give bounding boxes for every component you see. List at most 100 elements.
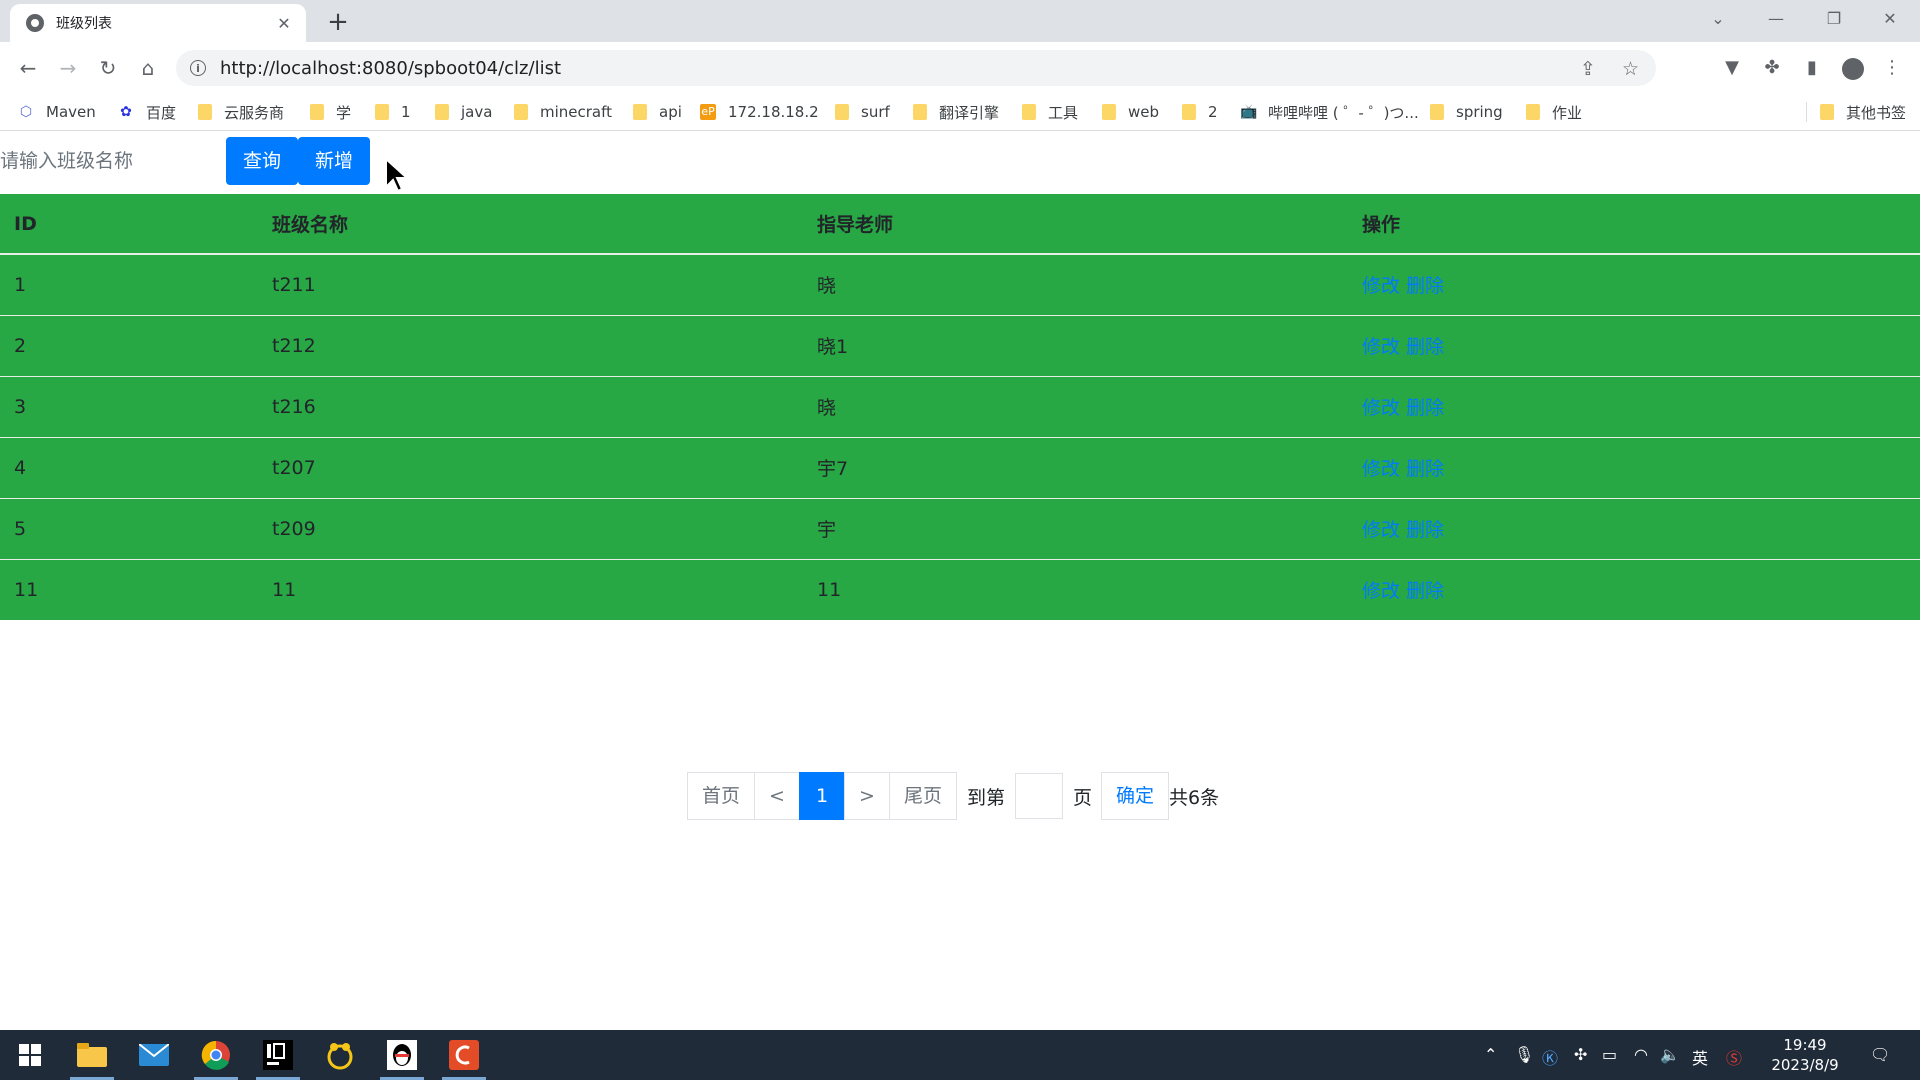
column-header-class-name: 班级名称 [256, 194, 801, 255]
bookmark-item[interactable]: eP 172.18.18.2 [700, 102, 819, 122]
minimize-button[interactable]: — [1748, 0, 1804, 38]
cell-actions: 修改 删除 [1346, 376, 1920, 438]
query-button[interactable]: 查询 [226, 137, 298, 185]
back-button[interactable]: ← [12, 52, 44, 84]
bookmark-item[interactable]: minecraft [514, 102, 612, 122]
restore-button[interactable]: ❐ [1806, 0, 1862, 38]
delete-link[interactable]: 删除 [1406, 580, 1444, 602]
goto-page-input[interactable] [1014, 773, 1063, 819]
bookmark-item[interactable]: 学 [310, 102, 351, 122]
bookmark-item[interactable]: 作业 [1526, 102, 1582, 122]
bilibili-icon: 📺 [1240, 104, 1258, 120]
edit-link[interactable]: 修改 [1362, 336, 1400, 358]
edit-link[interactable]: 修改 [1362, 275, 1400, 297]
cell-id: 11 [14, 578, 39, 601]
add-button[interactable]: 新增 [298, 137, 370, 185]
edit-link[interactable]: 修改 [1362, 397, 1400, 419]
extension-v-icon[interactable]: ▼ [1717, 52, 1747, 84]
cell-class-name: 11 [272, 578, 297, 601]
bookmark-item[interactable]: 云服务商 [198, 102, 284, 122]
bookmark-item[interactable]: 工具 [1022, 102, 1078, 122]
delete-link[interactable]: 删除 [1406, 519, 1444, 541]
intellij-app[interactable] [248, 1030, 308, 1080]
edit-link[interactable]: 修改 [1362, 458, 1400, 480]
bookmarks-divider [1806, 102, 1807, 122]
close-tab-icon[interactable]: ✕ [274, 14, 294, 33]
file-explorer-app[interactable] [62, 1030, 122, 1080]
system-clock[interactable]: 19:49 2023/8/9 [1760, 1035, 1850, 1075]
tab-search-icon[interactable]: ⌄ [1690, 0, 1746, 38]
bookmark-item[interactable]: api [633, 102, 682, 122]
code-editor-icon [449, 1040, 479, 1070]
reload-button[interactable]: ↻ [92, 52, 124, 84]
delete-link[interactable]: 删除 [1406, 275, 1444, 297]
bookmark-item[interactable]: 1 [375, 102, 411, 122]
qq-app[interactable] [372, 1030, 432, 1080]
k-app-tray-icon[interactable]: Ⓚ [1542, 1045, 1558, 1069]
column-header-id: ID [0, 194, 256, 255]
edit-link[interactable]: 修改 [1362, 580, 1400, 602]
next-page-button[interactable]: > [844, 772, 890, 820]
class-name-search-input[interactable] [0, 137, 226, 185]
cell-teacher: 晓 [801, 254, 1346, 316]
cell-teacher: 晓 [801, 376, 1346, 438]
wechat-tray-icon[interactable]: ✣ [1574, 1045, 1587, 1064]
start-button[interactable] [0, 1030, 60, 1080]
bookmark-item[interactable]: 📺 哔哩哔哩 ( ゜- ゜)つ... [1240, 102, 1419, 122]
close-window-button[interactable]: ✕ [1862, 0, 1918, 38]
cell-actions: 修改 删除 [1346, 498, 1920, 560]
sogou-ime-icon[interactable]: Ⓢ [1726, 1045, 1742, 1069]
cell-actions: 修改 删除 [1346, 254, 1920, 316]
last-page-button[interactable]: 尾页 [888, 772, 957, 820]
profile-avatar[interactable] [1842, 58, 1864, 80]
cell-id: 5 [0, 498, 256, 560]
delete-link[interactable]: 删除 [1406, 458, 1444, 480]
globe-icon [26, 14, 44, 32]
bookmark-item[interactable]: web [1102, 102, 1159, 122]
notifications-icon[interactable]: 🗨 [1870, 1045, 1890, 1064]
goto-prefix-label: 到第 [966, 786, 1005, 809]
new-tab-button[interactable]: + [322, 6, 354, 38]
ime-indicator[interactable]: 英 [1692, 1045, 1708, 1069]
url-text[interactable]: http://localhost:8080/spboot04/clz/list [220, 58, 561, 79]
prev-page-button[interactable]: < [754, 772, 800, 820]
edit-link[interactable]: 修改 [1362, 519, 1400, 541]
bookmark-item[interactable]: java [435, 102, 492, 122]
other-bookmarks[interactable]: 其他书签 [1820, 102, 1906, 122]
bookmark-item[interactable]: ⬡ Maven [18, 102, 96, 122]
forward-button[interactable]: → [52, 52, 84, 84]
bookmark-item[interactable]: 翻译引擎 [913, 102, 999, 122]
mail-app[interactable] [124, 1030, 184, 1080]
folder-icon [514, 104, 528, 120]
share-icon[interactable]: ⇪ [1580, 58, 1596, 80]
menu-dots-icon[interactable]: ⋮ [1877, 52, 1907, 84]
bookmark-item[interactable]: spring [1430, 102, 1503, 122]
confirm-goto-button[interactable]: 确定 [1101, 772, 1170, 820]
intellij-icon [263, 1040, 293, 1070]
bookmark-star-icon[interactable]: ☆ [1622, 58, 1639, 80]
wifi-icon[interactable]: ◠ [1634, 1045, 1648, 1064]
navicat-app[interactable] [310, 1030, 370, 1080]
home-button[interactable]: ⌂ [132, 52, 164, 84]
microphone-icon[interactable]: 🎙 [1514, 1045, 1534, 1064]
delete-link[interactable]: 删除 [1406, 336, 1444, 358]
address-bar[interactable]: i http://localhost:8080/spboot04/clz/lis… [176, 50, 1656, 86]
chrome-app[interactable] [186, 1030, 246, 1080]
site-info-icon[interactable]: i [190, 60, 206, 76]
total-count-label: 共6条 [1169, 786, 1220, 809]
current-page-button[interactable]: 1 [798, 772, 846, 820]
delete-link[interactable]: 删除 [1406, 397, 1444, 419]
bookmark-item[interactable]: 2 [1182, 102, 1218, 122]
browser-tab[interactable]: 班级列表 ✕ [10, 4, 306, 42]
bookmark-item[interactable]: ✿ 百度 [118, 102, 176, 122]
battery-icon[interactable]: ▭ [1602, 1045, 1617, 1064]
table-header-row: ID 班级名称 指导老师 操作 [0, 194, 1920, 255]
extensions-puzzle-icon[interactable]: ✤ [1757, 52, 1787, 84]
bookmark-item[interactable]: surf [835, 102, 890, 122]
first-page-button[interactable]: 首页 [687, 772, 756, 820]
side-panel-icon[interactable]: ▮ [1797, 52, 1827, 84]
volume-icon[interactable]: 🔈 [1660, 1045, 1680, 1064]
cell-teacher: 宇7 [801, 437, 1346, 499]
code-editor-app[interactable] [434, 1030, 494, 1080]
show-hidden-icons[interactable]: ⌃ [1484, 1045, 1497, 1064]
